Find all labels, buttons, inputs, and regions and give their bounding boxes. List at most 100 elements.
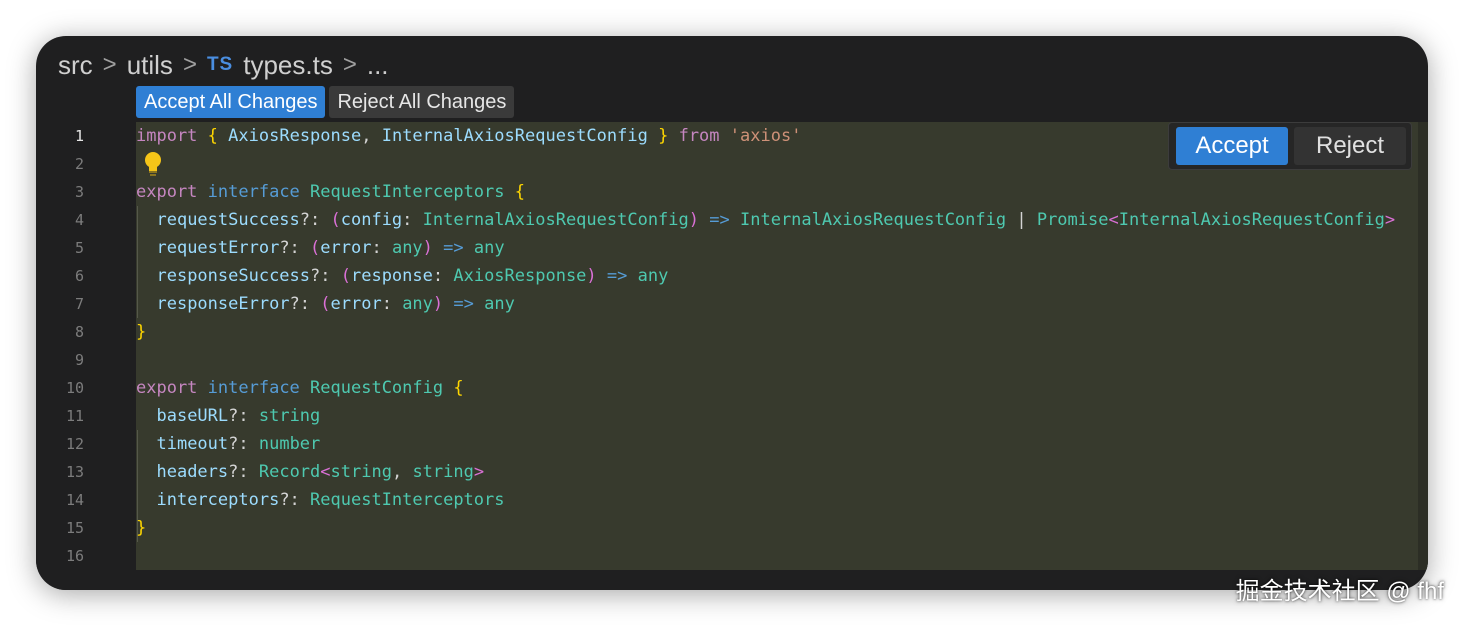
code-token: AxiosResponse	[228, 126, 362, 146]
code-line[interactable]: responseSuccess?: (response: AxiosRespon…	[136, 262, 668, 290]
code-token: )	[432, 294, 444, 314]
lightbulb-icon[interactable]	[142, 151, 164, 177]
code-token: ?:	[228, 462, 259, 482]
code-token: InternalAxiosRequestConfig	[1118, 210, 1385, 230]
code-line[interactable]: responseError?: (error: any) => any	[136, 290, 514, 318]
breadcrumb-item-src[interactable]: src	[58, 50, 93, 81]
code-token: =>	[606, 266, 628, 286]
code-line[interactable]: import { AxiosResponse, InternalAxiosReq…	[136, 122, 801, 150]
code-token: <	[320, 462, 331, 482]
code-token: }	[658, 126, 669, 146]
code-token: interface	[207, 182, 300, 202]
line-number: 11	[65, 407, 84, 425]
code-token: RequestInterceptors	[310, 490, 505, 510]
code-token: AxiosResponse	[453, 266, 587, 286]
code-token: ,	[391, 462, 413, 482]
code-token: ?:	[228, 406, 259, 426]
code-token: InternalAxiosRequestConfig	[381, 126, 648, 146]
line-number: 8	[74, 323, 84, 341]
code-line[interactable]: requestError?: (error: any) => any	[136, 234, 505, 262]
code-line[interactable]: requestSuccess?: (config: InternalAxiosR…	[136, 206, 1395, 234]
line-number: 15	[65, 519, 84, 537]
line-number: 14	[65, 491, 84, 509]
code-token: ?:	[228, 434, 259, 454]
accept-button[interactable]: Accept	[1176, 127, 1288, 165]
code-token: (	[340, 266, 351, 286]
code-line[interactable]: headers?: Record<string, string>	[136, 458, 484, 486]
code-token: string	[412, 462, 474, 482]
code-line[interactable]: }	[136, 514, 146, 542]
code-token: requestSuccess	[156, 210, 300, 230]
code-token: ?:	[289, 294, 321, 314]
code-token: {	[207, 126, 218, 146]
editor-window: src > utils > TS types.ts > ... Accept A…	[36, 36, 1428, 590]
code-line[interactable]: timeout?: number	[136, 430, 320, 458]
code-token: responseSuccess	[156, 266, 311, 286]
code-token: |	[1006, 210, 1037, 230]
code-token: RequestInterceptors	[310, 182, 505, 202]
line-number: 16	[65, 547, 84, 565]
line-number: 10	[65, 379, 84, 397]
code-token: )	[586, 266, 597, 286]
breadcrumb-item-file[interactable]: types.ts	[243, 50, 333, 81]
code-line[interactable]: baseURL?: string	[136, 402, 320, 430]
chevron-right-icon: >	[102, 51, 117, 78]
scrollbar[interactable]	[1418, 122, 1428, 570]
code-token: =>	[453, 294, 474, 314]
code-token: {	[453, 378, 464, 398]
code-token: number	[258, 434, 321, 454]
reject-button[interactable]: Reject	[1294, 127, 1406, 165]
code-token: any	[473, 238, 505, 258]
code-token: error	[320, 238, 372, 258]
code-line[interactable]: }	[136, 318, 146, 346]
code-token: any	[391, 238, 423, 258]
breadcrumb-item-utils[interactable]: utils	[127, 50, 173, 81]
chevron-right-icon: >	[182, 51, 197, 78]
line-number: 2	[74, 155, 84, 173]
code-token: response	[350, 266, 433, 286]
code-token: {	[514, 182, 526, 202]
reject-all-changes-button[interactable]: Reject All Changes	[329, 86, 515, 118]
code-token: InternalAxiosRequestConfig	[740, 210, 1007, 230]
code-token: config	[340, 210, 403, 230]
code-token: (	[330, 210, 341, 230]
code-token: :	[432, 266, 454, 286]
code-token: <	[1108, 210, 1119, 230]
chevron-right-icon: >	[342, 51, 357, 78]
code-token: interface	[207, 378, 300, 398]
breadcrumb-ellipsis[interactable]: ...	[367, 50, 389, 81]
code-token: Promise	[1036, 210, 1109, 230]
accept-all-changes-button[interactable]: Accept All Changes	[136, 86, 326, 118]
code-token: any	[402, 294, 433, 314]
code-token: interceptors	[156, 490, 280, 510]
code-token: RequestConfig	[310, 378, 444, 398]
code-token: ?:	[279, 490, 311, 510]
code-token: )	[688, 210, 700, 230]
code-line[interactable]: export interface RequestInterceptors {	[136, 178, 525, 206]
code-token: requestError	[156, 238, 280, 258]
code-line[interactable]: interceptors?: RequestInterceptors	[136, 486, 505, 514]
code-token: headers	[156, 462, 229, 482]
code-token: >	[473, 462, 485, 482]
code-line[interactable]: export interface RequestConfig {	[136, 374, 464, 402]
code-token: timeout	[156, 434, 229, 454]
watermark: 掘金技术社区 @ fhf	[1235, 578, 1444, 605]
code-token: 'axios'	[729, 126, 802, 146]
code-editor[interactable]: 1 2 3 4 5 6 7 8 9 10 11 12 13 14 15 16 import { AxiosRe…	[36, 122, 1428, 590]
